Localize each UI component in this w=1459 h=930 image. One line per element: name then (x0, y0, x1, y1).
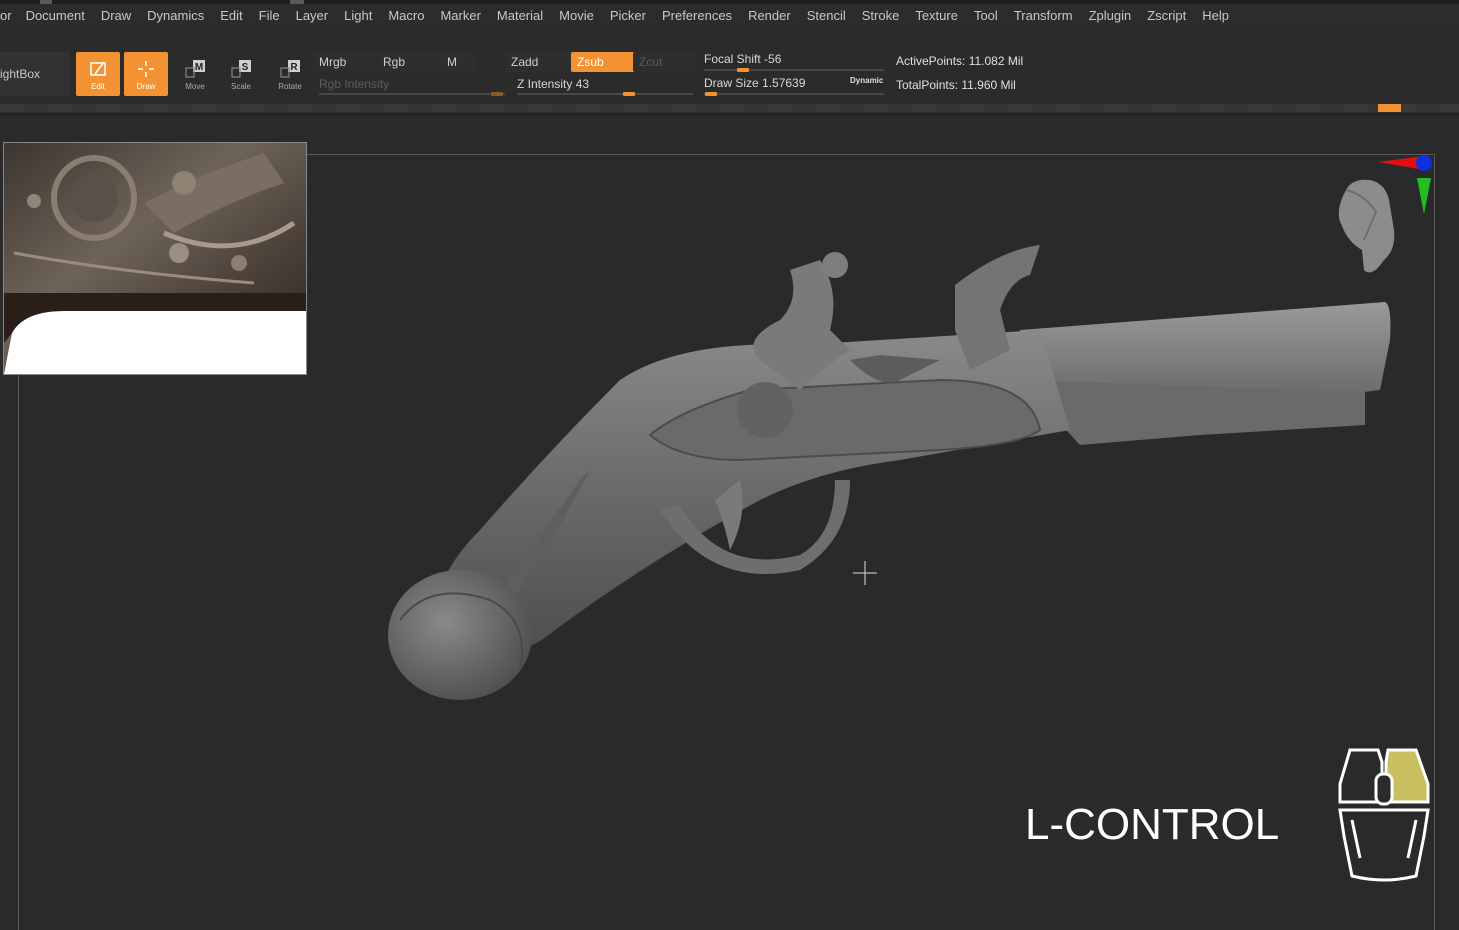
menu-item-stencil[interactable]: Stencil (799, 8, 854, 23)
key-hint-label: L-CONTROL (1025, 800, 1280, 849)
navigation-gizmo[interactable] (1324, 150, 1436, 285)
tab-indicator (40, 0, 52, 4)
active-points: ActivePoints: 11.082 Mil (896, 54, 1024, 68)
zadd-button[interactable]: Zadd (505, 52, 571, 72)
menu-item-edit[interactable]: Edit (212, 8, 250, 23)
menu-item-marker[interactable]: Marker (432, 8, 488, 23)
edit-label: Edit (91, 81, 105, 91)
move-icon: M (185, 59, 205, 78)
menu-item-zplugin[interactable]: Zplugin (1081, 8, 1140, 23)
focal-shift-slider[interactable] (704, 69, 884, 71)
scale-button[interactable]: S Scale (219, 52, 263, 96)
focal-shift-knob[interactable] (737, 68, 749, 72)
menu-item-file[interactable]: File (251, 8, 288, 23)
head-model-icon[interactable] (1338, 179, 1395, 273)
svg-text:S: S (242, 62, 249, 73)
pommel (388, 570, 532, 700)
move-label: Move (185, 81, 205, 91)
total-points: TotalPoints: 11.960 Mil (896, 78, 1016, 92)
zsub-button[interactable]: Zsub (571, 52, 637, 72)
z-intensity-slider[interactable] (517, 93, 693, 95)
scale-label: Scale (230, 81, 251, 91)
menu-item-stroke[interactable]: Stroke (854, 8, 908, 23)
menu-item-macro[interactable]: Macro (380, 8, 432, 23)
menu-item-help[interactable]: Help (1194, 8, 1237, 23)
focal-shift-label: Focal Shift -56 (704, 52, 782, 66)
rgb-intensity-knob[interactable] (491, 92, 503, 96)
svg-text:R: R (290, 62, 298, 73)
menu-item-movie[interactable]: Movie (551, 8, 602, 23)
menu-item-picker[interactable]: Picker (602, 8, 654, 23)
menu-item-render[interactable]: Render (740, 8, 799, 23)
mrgb-button[interactable]: Mrgb (313, 52, 375, 72)
dynamic-toggle[interactable]: Dynamic (850, 76, 883, 85)
gizmo-z-axis[interactable] (1416, 155, 1432, 171)
crosshair-cursor-icon (853, 561, 877, 585)
rotate-button[interactable]: R Rotate (268, 52, 312, 96)
rgb-button[interactable]: Rgb (377, 52, 441, 72)
reference-image (3, 142, 307, 375)
progress-strip (0, 104, 1459, 112)
move-button[interactable]: M Move (173, 52, 217, 96)
draw-size-label: Draw Size 1.57639 (704, 76, 806, 90)
top-shelf: ightBox Edit Draw M Move S Scale R Rotat… (0, 30, 1459, 115)
tab-indicator (290, 0, 304, 4)
draw-size-knob[interactable] (705, 92, 717, 96)
edit-icon (90, 61, 106, 76)
rotate-icon: R (280, 59, 300, 78)
m-button[interactable]: M (441, 52, 475, 72)
menu-item-tool[interactable]: Tool (966, 8, 1006, 23)
menu-item-layer[interactable]: Layer (288, 8, 337, 23)
scale-icon: S (231, 59, 251, 78)
menu-item-or[interactable]: or (0, 8, 18, 23)
menu-item-preferences[interactable]: Preferences (654, 8, 740, 23)
menu-item-document[interactable]: Document (18, 8, 93, 23)
menu-item-light[interactable]: Light (336, 8, 380, 23)
window-top-edge (0, 0, 1459, 4)
svg-text:M: M (195, 62, 203, 73)
draw-label: Draw (136, 81, 156, 91)
reference-photo (4, 143, 306, 374)
menu-item-transform[interactable]: Transform (1006, 8, 1081, 23)
gizmo-y-axis[interactable] (1417, 178, 1431, 214)
hammer-screw (822, 252, 848, 278)
z-intensity-label: Z Intensity 43 (517, 77, 590, 91)
rgb-intensity-slider[interactable] (319, 93, 505, 95)
rgb-intensity-label: Rgb Intensity (319, 77, 390, 91)
draw-size-slider[interactable] (704, 93, 884, 95)
edit-button[interactable]: Edit (76, 52, 120, 96)
rotate-label: Rotate (278, 81, 302, 91)
menu-item-zscript[interactable]: Zscript (1139, 8, 1194, 23)
mouse-icon (1338, 748, 1430, 882)
menu-bar: or Document Draw Dynamics Edit File Laye… (0, 0, 1459, 30)
draw-icon (138, 60, 154, 77)
menu-item-draw[interactable]: Draw (93, 8, 139, 23)
progress-marker (1378, 104, 1401, 112)
zcut-button[interactable]: Zcut (633, 52, 695, 72)
menu-item-texture[interactable]: Texture (907, 8, 966, 23)
menu-item-dynamics[interactable]: Dynamics (139, 8, 212, 23)
stock (435, 330, 1070, 653)
mouse-wheel (1374, 772, 1394, 806)
z-intensity-knob[interactable] (623, 92, 635, 96)
lightbox-button[interactable]: ightBox (0, 52, 70, 96)
lock-screw (737, 382, 793, 438)
menu-item-material[interactable]: Material (489, 8, 551, 23)
pistol-model[interactable] (380, 230, 1400, 710)
draw-button[interactable]: Draw (124, 52, 168, 96)
